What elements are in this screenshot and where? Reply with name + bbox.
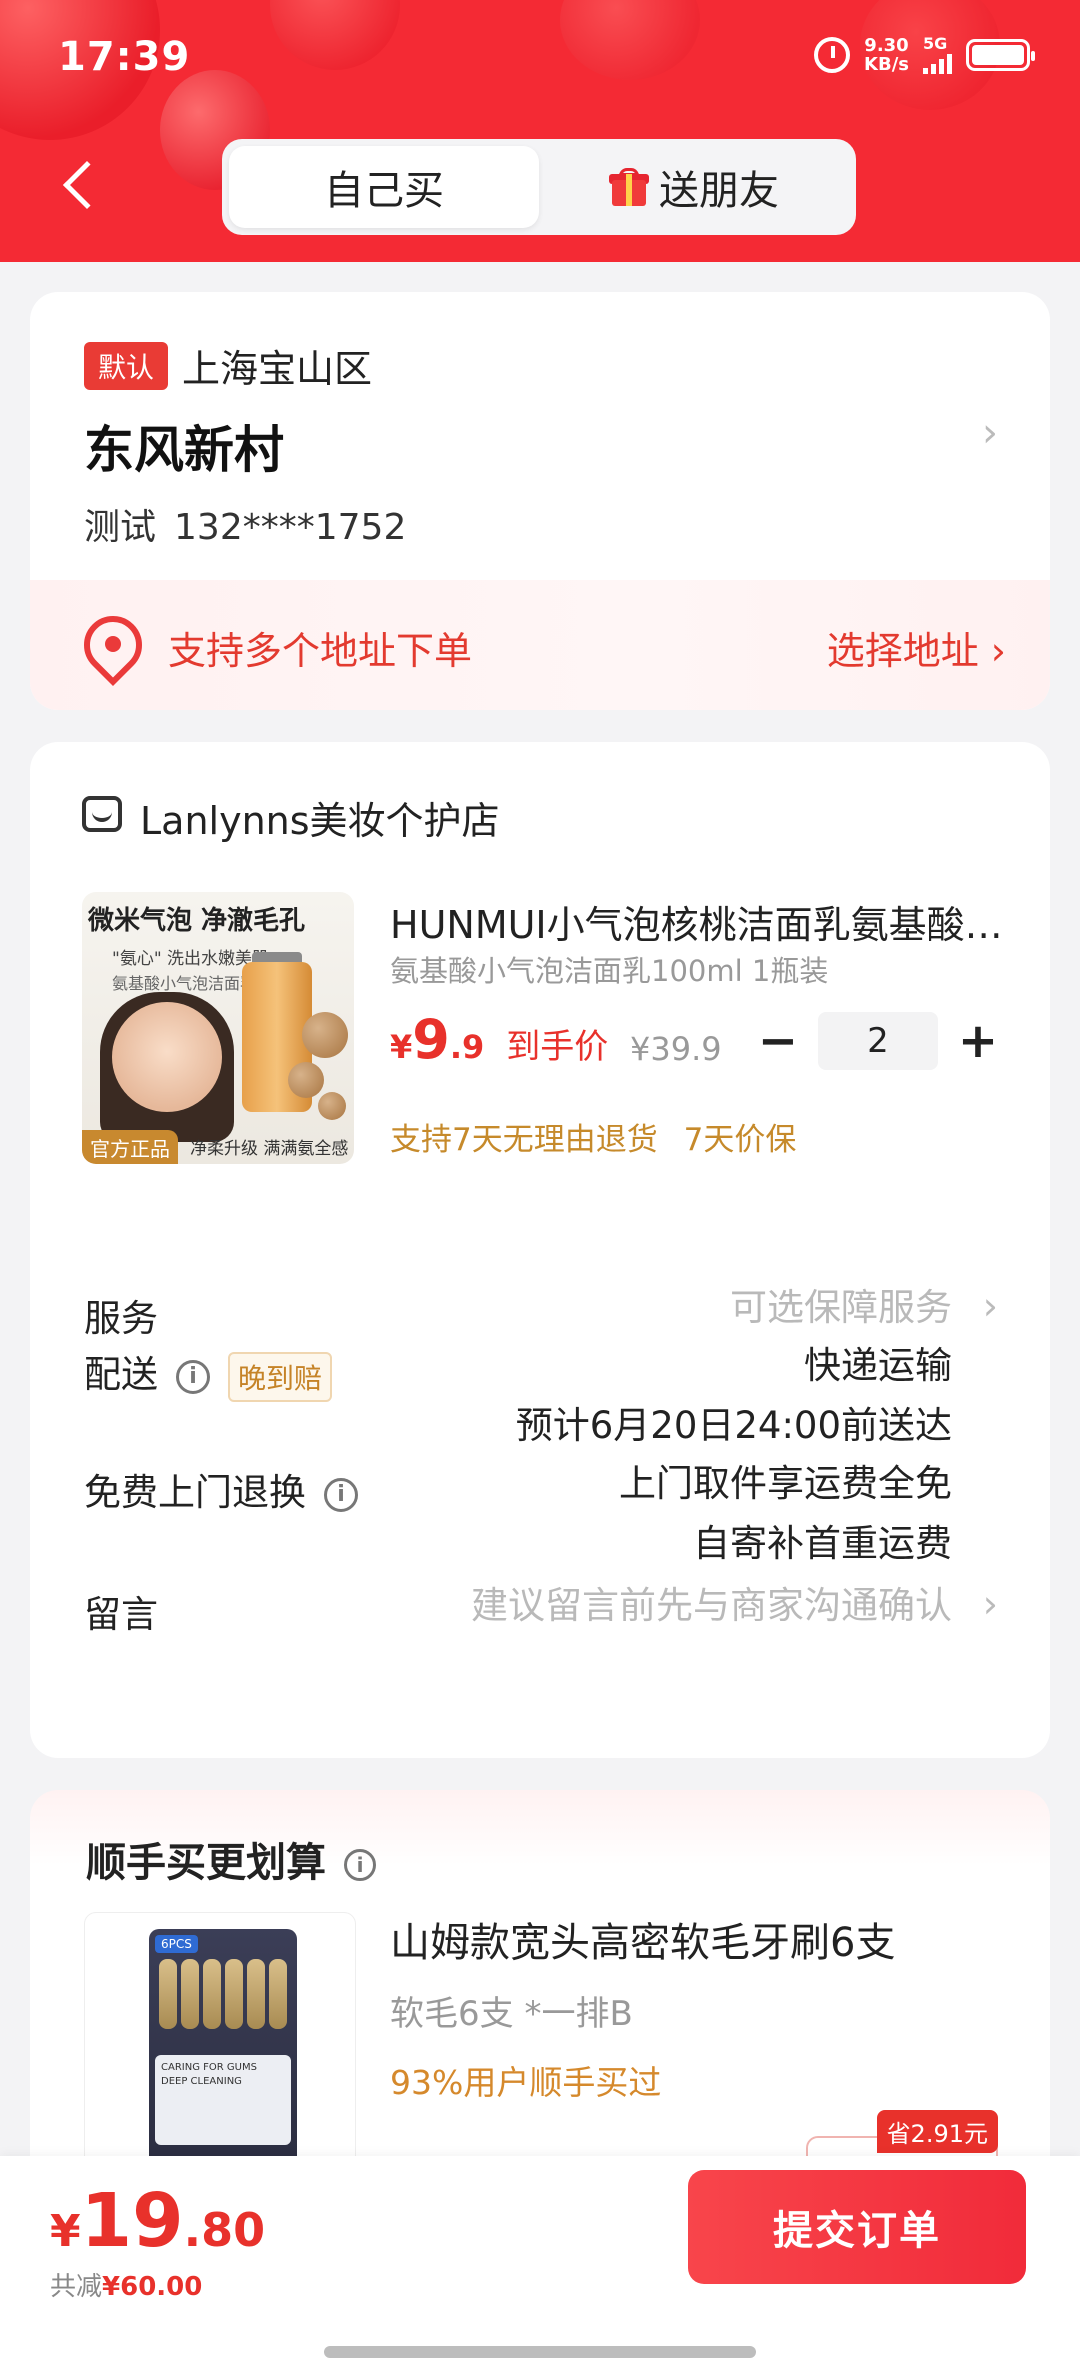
location-pin-icon bbox=[71, 603, 155, 687]
price-integer: 9 bbox=[412, 1008, 450, 1071]
service-label: 服务 bbox=[84, 1297, 158, 1340]
decrease-button[interactable]: − bbox=[750, 1013, 806, 1069]
free-return-label: 免费上门退换 bbox=[84, 1471, 306, 1514]
status-icons: 9.30 KB/s 5G bbox=[814, 36, 1035, 74]
final-price: ¥ 9 .9 到手价 bbox=[390, 1008, 608, 1071]
gift-icon bbox=[609, 168, 649, 206]
net-speed: 9.30 KB/s bbox=[864, 36, 909, 74]
header: 17:39 9.30 KB/s 5G 自己买 送朋友 bbox=[0, 0, 1080, 262]
message-label: 留言 bbox=[84, 1593, 158, 1636]
original-price: ¥39.9 bbox=[630, 1030, 722, 1068]
purchase-mode-switch: 自己买 送朋友 bbox=[222, 139, 856, 235]
tab-send-to-friend[interactable]: 送朋友 bbox=[539, 146, 849, 228]
image-tagline: 净柔升级 满满氨全感 bbox=[190, 1139, 349, 1159]
quantity-value[interactable]: 2 bbox=[818, 1012, 938, 1070]
address-district: 上海宝山区 bbox=[182, 347, 373, 391]
tab-buy-for-self[interactable]: 自己买 bbox=[229, 146, 539, 228]
multi-address-bar[interactable]: 支持多个地址下单 选择地址 › bbox=[30, 580, 1050, 710]
balloon-decoration bbox=[560, 0, 700, 80]
free-return-row: 免费上门退换 i bbox=[84, 1462, 358, 1516]
image-headline: 微米气泡 净澈毛孔 bbox=[88, 906, 306, 936]
save-badge: 省2.91元 bbox=[876, 2110, 998, 2153]
info-icon[interactable]: i bbox=[324, 1477, 358, 1512]
product-perks: 支持7天无理由退货 7天价保 bbox=[390, 1114, 812, 1159]
chevron-right-icon: › bbox=[982, 1582, 998, 1626]
total-currency: ¥ bbox=[50, 2206, 81, 2257]
delivery-label: 配送 bbox=[84, 1353, 158, 1396]
product-spec[interactable]: 氨基酸小气泡洁面乳100ml 1瓶装 bbox=[390, 948, 828, 990]
total-integer: 19 bbox=[80, 2178, 184, 2264]
addon-card: 顺手买更划算 i 6PCS CARING FOR GUMS DEEP CLEANI… bbox=[30, 1790, 1050, 2210]
increase-button[interactable]: + bbox=[950, 1013, 1006, 1069]
model-photo bbox=[112, 1002, 222, 1112]
shop-icon bbox=[82, 796, 122, 832]
signal-icon: 5G bbox=[923, 36, 952, 74]
discount-value: ¥60.00 bbox=[102, 2272, 203, 2302]
free-return-info: 上门取件享运费全免 自寄补首重运费 bbox=[619, 1454, 952, 1574]
delivery-info: 快递运输 预计6月20日24:00前送达 bbox=[516, 1336, 952, 1456]
pack-label-line: CARING FOR GUMS bbox=[161, 2062, 257, 2073]
image-subline: 氨基酸小气泡洁面乳 bbox=[112, 974, 257, 993]
service-value[interactable]: 可选保障服务 bbox=[730, 1278, 952, 1338]
product-title[interactable]: HUNMUI小气泡核桃洁面乳氨基酸洗面奶 bbox=[390, 894, 1010, 949]
checkout-bar: ¥ 19 .80 共减¥60.00 提交订单 bbox=[0, 2156, 1080, 2376]
multi-address-text: 支持多个地址下单 bbox=[168, 629, 473, 673]
contact-name: 测试 bbox=[84, 507, 157, 548]
total-price: ¥ 19 .80 bbox=[50, 2178, 265, 2264]
address-card[interactable]: 默认 上海宝山区 东风新村 测试 132****1752 › 支持多个地址下单 选… bbox=[30, 292, 1050, 710]
perk-price-protect: 7天价保 bbox=[683, 1122, 797, 1158]
contact-info: 测试 132****1752 bbox=[84, 498, 406, 550]
address-community: 东风新村 bbox=[84, 421, 284, 479]
pack-tag: 6PCS bbox=[155, 1935, 198, 1953]
contact-phone: 132****1752 bbox=[174, 507, 407, 548]
free-return-line: 上门取件享运费全免 bbox=[619, 1462, 952, 1505]
tab-label: 自己买 bbox=[324, 168, 444, 214]
tab-label: 送朋友 bbox=[659, 168, 779, 214]
addon-product-spec[interactable]: 软毛6支 *一排B bbox=[390, 1986, 633, 2035]
price-currency: ¥ bbox=[390, 1028, 413, 1066]
addon-note: 93%用户顺手买过 bbox=[390, 2063, 662, 2102]
alarm-icon bbox=[814, 37, 851, 73]
discount-summary[interactable]: 共减¥60.00 bbox=[50, 2266, 202, 2303]
info-icon[interactable]: i bbox=[176, 1359, 210, 1394]
net-speed-unit: KB/s bbox=[864, 54, 909, 75]
submit-order-button[interactable]: 提交订单 bbox=[688, 2170, 1026, 2284]
chevron-right-icon: › bbox=[982, 410, 998, 456]
total-decimal: .80 bbox=[183, 2203, 266, 2257]
free-return-line: 自寄补首重运费 bbox=[693, 1522, 952, 1565]
info-icon[interactable]: i bbox=[344, 1849, 376, 1881]
back-button[interactable] bbox=[58, 150, 112, 220]
chevron-left-icon bbox=[62, 160, 112, 210]
discount-label: 共减 bbox=[50, 2272, 103, 2302]
delivery-eta: 预计6月20日24:00前送达 bbox=[515, 1404, 952, 1447]
late-compensation-badge: 晚到赔 bbox=[228, 1351, 333, 1402]
status-time: 17:39 bbox=[58, 34, 191, 80]
battery-icon bbox=[966, 39, 1035, 71]
shop-name[interactable]: Lanlynns美妆个护店 bbox=[140, 790, 500, 845]
delivery-method: 快递运输 bbox=[804, 1344, 952, 1387]
order-card: Lanlynns美妆个护店 微米气泡 净澈毛孔 "氨心" 洗出水嫩美肌 氨基酸小… bbox=[30, 742, 1050, 1758]
price-label: 到手价 bbox=[506, 1027, 609, 1067]
addon-product-title[interactable]: 山姆款宽头高密软毛牙刷6支 bbox=[390, 1910, 895, 1968]
pack-label: CARING FOR GUMS DEEP CLEANING bbox=[155, 2055, 291, 2145]
delivery-row: 配送 i 晚到赔 bbox=[84, 1344, 333, 1402]
product-image[interactable]: 微米气泡 净澈毛孔 "氨心" 洗出水嫩美肌 氨基酸小气泡洁面乳 官方正品 净柔升… bbox=[82, 892, 354, 1164]
network-type: 5G bbox=[923, 34, 948, 53]
home-indicator[interactable] bbox=[324, 2346, 756, 2358]
message-input[interactable]: 建议留言前先与商家沟通确认 bbox=[471, 1576, 952, 1636]
toothbrush-pack: 6PCS CARING FOR GUMS DEEP CLEANING bbox=[149, 1929, 297, 2169]
chevron-right-icon: › bbox=[982, 1284, 998, 1328]
official-tag: 官方正品 bbox=[82, 1130, 178, 1164]
default-badge: 默认 bbox=[84, 342, 169, 390]
pack-label-line: DEEP CLEANING bbox=[161, 2076, 242, 2087]
price-decimal: .9 bbox=[449, 1028, 485, 1066]
balloon-decoration bbox=[270, 0, 400, 70]
perk-return: 支持7天无理由退货 bbox=[390, 1122, 658, 1158]
quantity-stepper: − 2 + bbox=[750, 1012, 1006, 1070]
net-speed-value: 9.30 bbox=[864, 35, 909, 56]
choose-address-link[interactable]: 选择地址 › bbox=[827, 620, 1006, 675]
addon-title: 顺手买更划算 i bbox=[86, 1830, 376, 1888]
